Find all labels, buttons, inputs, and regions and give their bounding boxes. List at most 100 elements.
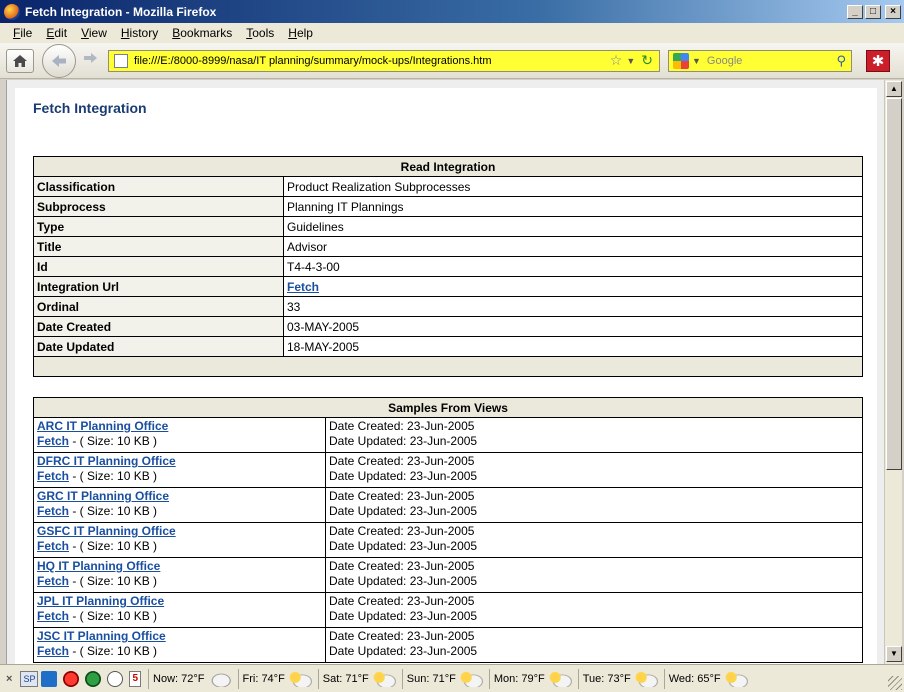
weather-label: Sun: 71°F — [406, 672, 456, 685]
office-link[interactable]: JSC IT Planning Office — [37, 629, 166, 643]
info-value: Planning IT Plannings — [283, 196, 863, 217]
sample-dates-cell: Date Created: 23-Jun-2005 Date Updated: 2… — [325, 592, 863, 628]
search-bar[interactable]: ▼ Google ⚲ — [668, 49, 852, 72]
menu-edit[interactable]: Edit — [39, 26, 74, 40]
menu-label-rest: dit — [54, 26, 68, 40]
bookmark-star-icon[interactable]: ☆ — [610, 52, 623, 69]
stop-addon-icon[interactable] — [63, 670, 80, 687]
fetch-link[interactable]: Fetch — [37, 609, 69, 623]
scroll-up-arrow-icon[interactable]: ▲ — [886, 81, 902, 97]
office-link[interactable]: GRC IT Planning Office — [37, 489, 169, 503]
weather-forecast-item[interactable]: Sat: 71°F — [323, 670, 396, 687]
maximize-button[interactable]: □ — [865, 4, 881, 19]
fetch-link[interactable]: Fetch — [37, 574, 69, 588]
menu-file[interactable]: File — [6, 26, 39, 40]
integration-url-link[interactable]: Fetch — [287, 280, 319, 294]
fetch-link[interactable]: Fetch — [37, 469, 69, 483]
info-key: Subprocess — [33, 196, 284, 217]
sample-row: GRC IT Planning Office Fetch - ( Size: 10… — [33, 487, 863, 523]
sample-row: DFRC IT Planning Office Fetch - ( Size: 1… — [33, 452, 863, 488]
sample-row: HQ IT Planning Office Fetch - ( Size: 10… — [33, 557, 863, 593]
scrollbar-thumb[interactable] — [886, 98, 902, 470]
sample-office-cell: JPL IT Planning Office Fetch - ( Size: 1… — [33, 592, 326, 628]
sample-row: JPL IT Planning Office Fetch - ( Size: 1… — [33, 592, 863, 628]
vertical-scrollbar[interactable]: ▲ ▼ — [884, 80, 902, 664]
fetch-link[interactable]: Fetch — [37, 539, 69, 553]
back-button[interactable] — [42, 43, 76, 78]
sample-row: JSC IT Planning Office Fetch - ( Size: 1… — [33, 627, 863, 663]
search-engine-dropdown-icon[interactable]: ▼ — [692, 56, 701, 66]
menu-view[interactable]: View — [74, 26, 114, 40]
info-row: Date Created 03-MAY-2005 — [33, 316, 863, 337]
close-statusbar-icon[interactable]: × — [6, 673, 12, 685]
status-separator — [577, 668, 579, 689]
url-input[interactable]: file:///E:/8000-8999/nasa/IT planning/su… — [134, 55, 610, 67]
weather-forecast-item[interactable]: Now: 72°F — [153, 670, 232, 687]
scroll-down-arrow-icon[interactable]: ▼ — [886, 646, 902, 662]
weather-forecast-item[interactable]: Fri: 74°F — [242, 670, 312, 687]
weather-label: Fri: 74°F — [242, 672, 285, 685]
sample-dates-cell: Date Created: 23-Jun-2005 Date Updated: 2… — [325, 487, 863, 523]
reload-icon[interactable]: ↻ — [641, 52, 653, 69]
sample-office-cell: JSC IT Planning Office Fetch - ( Size: 1… — [33, 627, 326, 663]
firefox-logo-icon — [4, 3, 20, 20]
url-bar[interactable]: file:///E:/8000-8999/nasa/IT planning/su… — [108, 49, 660, 72]
window-title-bar[interactable]: Fetch Integration - Mozilla Firefox _ □ … — [0, 0, 904, 23]
info-row: Date Updated 18-MAY-2005 — [33, 336, 863, 357]
info-value: T4-4-3-00 — [283, 256, 863, 277]
sample-office-cell: GSFC IT Planning Office Fetch - ( Size: … — [33, 522, 326, 558]
clock-icon[interactable] — [107, 670, 124, 687]
status-separator — [148, 668, 150, 689]
window-title: Fetch Integration - Mozilla Firefox — [25, 4, 217, 19]
weather-forecast-item[interactable]: Mon: 79°F — [494, 670, 572, 687]
google-search-engine-icon[interactable] — [673, 52, 689, 69]
info-key: Title — [33, 236, 284, 257]
fetch-link[interactable]: Fetch — [37, 504, 69, 518]
info-value: 33 — [283, 296, 863, 317]
calendar-icon[interactable]: 5 — [129, 670, 142, 687]
office-link[interactable]: HQ IT Planning Office — [37, 559, 160, 573]
samples-header: Samples From Views — [33, 397, 863, 418]
weather-forecast-item[interactable]: Sun: 71°F — [406, 670, 483, 687]
forward-button[interactable] — [80, 50, 100, 71]
search-icon[interactable]: ⚲ — [836, 53, 846, 69]
date-created: Date Created: 23-Jun-2005 — [329, 489, 475, 503]
office-link[interactable]: ARC IT Planning Office — [37, 419, 168, 433]
status-ok-icon[interactable] — [85, 670, 102, 687]
status-bar: × SP 5 Now: 72°F Fri: 74°F Sat: 71°F Sun: 7… — [0, 664, 904, 692]
date-updated: Date Updated: 23-Jun-2005 — [329, 574, 478, 588]
close-button[interactable]: × — [885, 4, 901, 19]
cloud-icon — [207, 670, 232, 687]
fetch-link[interactable]: Fetch — [37, 434, 69, 448]
sp-addon[interactable]: SP — [20, 670, 39, 687]
partly-cloudy-icon — [371, 670, 396, 687]
info-row: Id T4-4-3-00 — [33, 256, 863, 277]
addon-button[interactable]: ✱ — [866, 49, 890, 72]
menu-history[interactable]: History — [114, 26, 165, 40]
info-key: Integration Url — [33, 276, 284, 297]
minimize-button[interactable]: _ — [847, 4, 863, 19]
info-row: Ordinal 33 — [33, 296, 863, 317]
resize-grip[interactable] — [888, 676, 902, 690]
weather-label: Now: 72°F — [153, 672, 205, 685]
page-title: Fetch Integration — [33, 100, 147, 116]
office-link[interactable]: DFRC IT Planning Office — [37, 454, 176, 468]
menu-tools[interactable]: Tools — [239, 26, 281, 40]
home-button[interactable] — [6, 48, 34, 73]
date-created: Date Created: 23-Jun-2005 — [329, 629, 475, 643]
date-updated: Date Updated: 23-Jun-2005 — [329, 504, 478, 518]
status-separator — [237, 668, 239, 689]
date-updated: Date Updated: 23-Jun-2005 — [329, 434, 478, 448]
url-dropdown-icon[interactable]: ▼ — [626, 56, 635, 66]
office-link[interactable]: GSFC IT Planning Office — [37, 524, 176, 538]
file-size: - ( Size: 10 KB ) — [69, 469, 158, 483]
fetch-link[interactable]: Fetch — [37, 644, 69, 658]
menu-bookmarks[interactable]: Bookmarks — [165, 26, 239, 40]
search-input[interactable]: Google — [707, 55, 837, 67]
weather-forecast-item[interactable]: Tue: 73°F — [583, 670, 658, 687]
tools-addon-icon[interactable] — [41, 670, 58, 687]
office-link[interactable]: JPL IT Planning Office — [37, 594, 164, 608]
weather-forecast-item[interactable]: Wed: 65°F — [669, 670, 748, 687]
info-row: Subprocess Planning IT Plannings — [33, 196, 863, 217]
menu-help[interactable]: Help — [281, 26, 320, 40]
